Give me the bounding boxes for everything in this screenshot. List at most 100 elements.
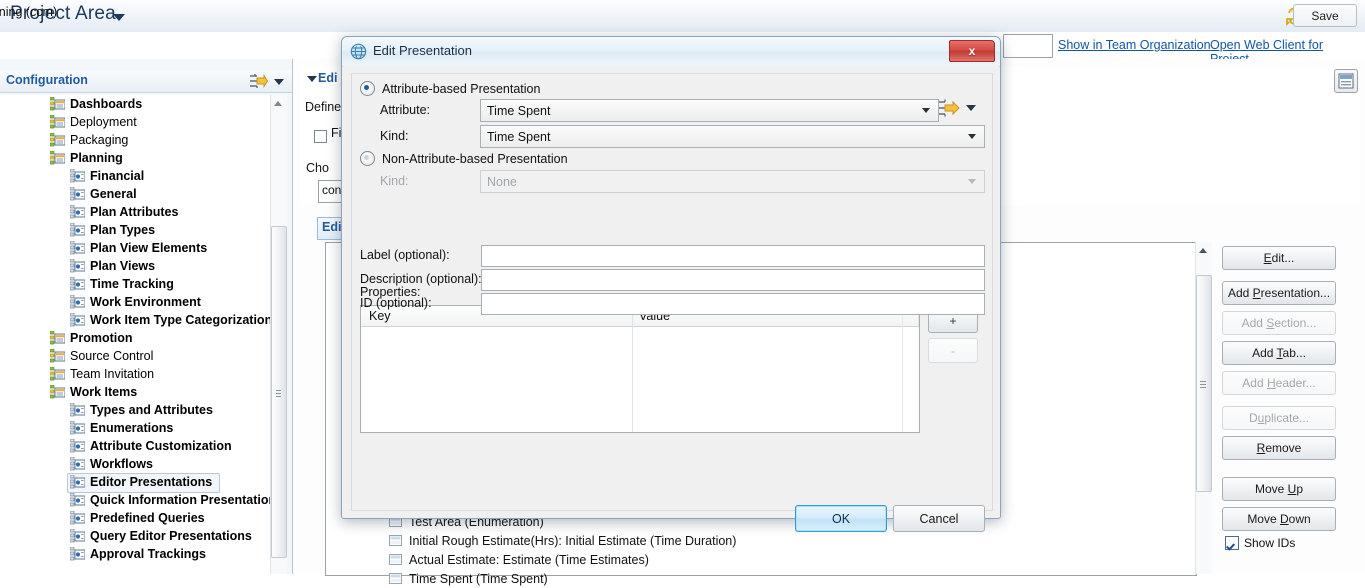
category-icon [49,384,66,399]
show-ids-label: Show IDs [1244,536,1296,550]
tree-item-label: Plan Views [90,259,156,273]
tree-item-general[interactable]: General [0,185,270,203]
tree-item-label: Types and Attributes [90,403,213,417]
chevron-down-icon[interactable] [113,14,125,21]
radio-button-icon [360,151,375,166]
tree-item-plan-views[interactable]: Plan Views [0,257,270,275]
tree-item-attribute-customization[interactable]: Attribute Customization [0,437,270,455]
aspect-icon [69,312,86,327]
configuration-tree[interactable]: Dashboards Deployment Packaging Planning Fin… [0,95,270,574]
ok-button[interactable]: OK [795,505,887,532]
button-label: Add Tab... [1252,346,1306,360]
close-icon[interactable]: x [949,40,995,62]
tree-item-plan-attributes[interactable]: Plan Attributes [0,203,270,221]
tree-item-planning[interactable]: Planning [0,149,270,167]
attribute-based-radio[interactable]: Attribute-based Presentation [360,81,540,96]
tree-item-deployment[interactable]: Deployment [0,113,270,131]
remove-property-button[interactable]: - [928,338,978,363]
add-tab-button[interactable]: Add Tab... [1222,341,1336,365]
chevron-down-icon [922,108,930,113]
show-ids-checkbox[interactable]: Show IDs [1225,536,1295,550]
tree-item-label: Financial [90,169,145,183]
aspect-icon [69,240,86,255]
save-button[interactable]: Save [1293,4,1357,27]
presentation-list-item[interactable]: Actual Estimate: Estimate (Time Estimate… [332,550,1192,569]
aspect-icon [69,222,86,237]
presentation-list-item[interactable]: Time Spent (Time Spent) [332,569,1192,588]
tree-item-packaging[interactable]: Packaging [0,131,270,149]
category-icon [49,348,66,363]
non-attribute-kind-dropdown[interactable]: None [480,170,985,193]
tree-item-label: Enumerations [90,421,174,435]
properties-view-icon[interactable] [1334,69,1358,93]
tree-item-types-and-attributes[interactable]: Types and Attributes [0,401,270,419]
presentation-list-item[interactable]: Initial Rough Estimate(Hrs): Initial Est… [332,531,1192,550]
editor-section-title: Edi [318,71,338,85]
dialog-title: Edit Presentation [373,43,473,58]
tree-item-enumerations[interactable]: Enumerations [0,419,270,437]
properties-table[interactable]: Key Value [360,305,920,433]
tree-item-label: Work Environment [90,295,201,309]
tree-item-label: Plan View Elements [90,241,208,255]
tree-item-work-environment[interactable]: Work Environment [0,293,270,311]
tree-item-work-items[interactable]: Work Items [0,383,270,401]
tree-item-plan-view-elements[interactable]: Plan View Elements [0,239,270,257]
configuration-menu-icon[interactable] [274,79,284,85]
non-attribute-kind-value: None [487,174,517,189]
tree-item-label: Planning [70,151,123,165]
attribute-dropdown[interactable]: Time Spent [480,99,939,122]
button-label: Remove [1256,441,1302,455]
scrollbar-grip-icon [1200,378,1206,388]
description-optional-input[interactable] [481,269,985,291]
id-optional-input[interactable] [481,293,985,315]
tree-item-time-tracking[interactable]: Time Tracking [0,275,270,293]
category-icon [49,96,66,111]
aspect-icon [69,474,86,489]
tree-item-team-invitation[interactable]: Team Invitation [0,365,270,383]
attribute-icon [389,554,402,565]
move-down-button[interactable]: Move Down [1222,507,1336,531]
scrollbar-grip-icon [276,386,281,397]
link-with-editor-icon[interactable] [248,72,269,90]
tree-item-financial[interactable]: Financial [0,167,270,185]
presentation-list-rows: Test Area (Enumeration) Initial Rough Est… [332,512,1192,588]
attribute-dropdown-value: Time Spent [487,103,551,118]
scrollbar-up-arrow-icon[interactable] [271,96,285,111]
move-up-button[interactable]: Move Up [1222,477,1336,501]
tree-item-label: Packaging [70,133,129,147]
chevron-down-icon[interactable] [966,105,976,111]
remove-button[interactable]: Remove [1222,436,1336,460]
edit-button[interactable]: Edit... [1222,246,1336,270]
tree-item-query-editor-presentations[interactable]: Query Editor Presentations [0,527,270,545]
jump-to-attribute-icon[interactable] [938,98,960,118]
tree-item-dashboards[interactable]: Dashboards [0,95,270,113]
non-attribute-based-radio[interactable]: Non-Attribute-based Presentation [360,151,568,166]
top-toolbar [0,0,1365,33]
tree-item-plan-types[interactable]: Plan Types [0,221,270,239]
aspect-icon [69,258,86,273]
cancel-button[interactable]: Cancel [893,505,985,532]
attribute-icon [389,535,402,546]
aspect-icon [69,186,86,201]
address-text: ining (ccm) [0,5,58,19]
label-optional-input[interactable] [481,245,985,267]
tree-item-predefined-queries[interactable]: Predefined Queries [0,509,270,527]
tree-item-workflows[interactable]: Workflows [0,455,270,473]
show-in-team-organization-link[interactable]: Show in Team Organization [1058,38,1211,52]
scrollbar-up-arrow-icon[interactable] [1196,243,1210,258]
filter-checkbox[interactable] [314,130,327,143]
address-input[interactable] [1003,34,1053,58]
tree-item-promotion[interactable]: Promotion [0,329,270,347]
tree-item-approval-trackings[interactable]: Approval Trackings [0,545,270,563]
tree-item-quick-information-presentation[interactable]: Quick Information Presentation [0,491,270,509]
tree-item-editor-presentations[interactable]: Editor Presentations [0,473,270,493]
section-expand-icon[interactable] [307,76,317,82]
tree-item-source-control[interactable]: Source Control [0,347,270,365]
add-presentation-button[interactable]: Add Presentation... [1222,281,1336,305]
tree-item-work-item-type-categorization[interactable]: Work Item Type Categorization [0,311,270,329]
add-header-button: Add Header... [1222,371,1336,395]
aspect-icon [69,546,86,561]
kind-dropdown[interactable]: Time Spent [480,125,985,148]
tree-item-label: Team Invitation [70,367,155,381]
tree-item-label: Plan Attributes [90,205,179,219]
